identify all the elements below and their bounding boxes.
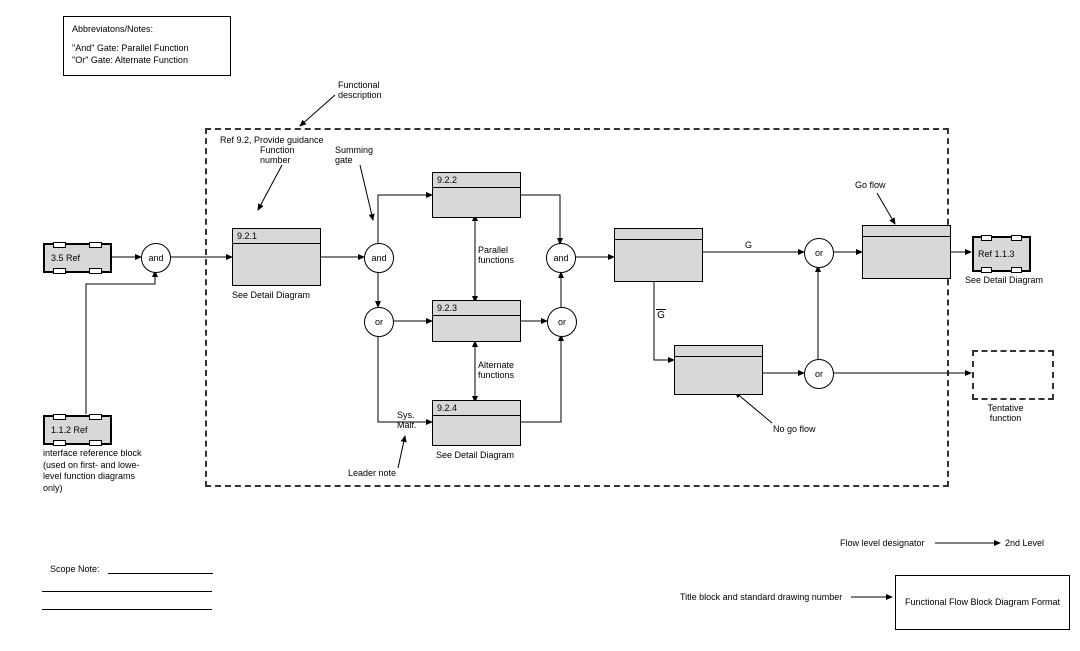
ref-block-1-1-3: Ref 1.1.3: [972, 236, 1031, 272]
block-9-2-4: 9.2.4: [432, 400, 521, 446]
gate-and-3: and: [546, 243, 576, 273]
functional-frame: [205, 128, 949, 487]
gate-and-2-label: and: [371, 253, 386, 263]
block-9-2-4-hdr: 9.2.4: [433, 401, 520, 416]
go-flow-label: Go flow: [855, 180, 886, 190]
gbar-label: G: [656, 309, 666, 321]
sys-malf-label: Sys. Malf.: [397, 410, 429, 430]
label-function-number: Function number: [260, 145, 305, 165]
no-go-flow-label: No go flow: [773, 424, 816, 434]
gate-or-3: or: [804, 238, 834, 268]
title-block: Functional Flow Block Diagram Format: [895, 575, 1070, 630]
notes-box: Abbreviatons/Notes: "And" Gate: Parallel…: [63, 16, 231, 76]
gate-or-4-label: or: [815, 369, 823, 379]
interface-note: interface reference block (used on first…: [43, 448, 143, 495]
second-level-label: 2nd Level: [1005, 538, 1044, 548]
gate-or-3-label: or: [815, 248, 823, 258]
gate-or-1: or: [364, 307, 394, 337]
diagram-canvas: Abbreviatons/Notes: "And" Gate: Parallel…: [0, 0, 1080, 651]
ref-block-3-5: 3.5 Ref: [43, 243, 112, 273]
gate-or-2-label: or: [558, 317, 566, 327]
flow-level-designator-label: Flow level designator: [840, 538, 925, 548]
ref-1-1-2-label: 1.1.2 Ref: [45, 417, 110, 443]
block-9-2-3: 9.2.3: [432, 300, 521, 342]
label-functional-description: Functional description: [338, 80, 398, 100]
notes-title: Abbreviatons/Notes:: [72, 23, 222, 36]
see-detail-3: See Detail Diagram: [965, 275, 1043, 285]
see-detail-1: See Detail Diagram: [232, 290, 310, 300]
scope-line-3: [42, 608, 212, 610]
block-9-2-1: 9.2.1: [232, 228, 321, 286]
gate-and-1: and: [141, 243, 171, 273]
block-9-2-1-hdr: 9.2.1: [233, 229, 320, 244]
ref-block-1-1-2: 1.1.2 Ref: [43, 415, 112, 445]
tentative-function-label: Tentative function: [978, 403, 1033, 423]
block-9-2-3-hdr: 9.2.3: [433, 301, 520, 316]
tentative-function-block: [972, 350, 1054, 400]
ref-1-1-3-label: Ref 1.1.3: [974, 238, 1029, 270]
scope-line-2: [42, 590, 212, 592]
notes-line1: "And" Gate: Parallel Function: [72, 42, 222, 55]
alternate-functions-label: Alternate functions: [478, 360, 526, 380]
see-detail-2: See Detail Diagram: [436, 450, 514, 460]
leader-note-label: Leader note: [348, 468, 396, 478]
nogo-block: [674, 345, 763, 395]
decision-block: [614, 228, 703, 282]
title-block-text: Functional Flow Block Diagram Format: [905, 597, 1060, 609]
ref-3-5-label: 3.5 Ref: [45, 245, 110, 271]
title-block-note: Title block and standard drawing number: [680, 592, 842, 602]
notes-line2: "Or" Gate: Alternate Function: [72, 54, 222, 67]
gate-or-4: or: [804, 359, 834, 389]
go-flow-block: [862, 225, 951, 279]
block-9-2-2: 9.2.2: [432, 172, 521, 218]
parallel-functions-label: Parallel functions: [478, 245, 526, 265]
scope-line-1: [108, 572, 213, 574]
g-label: G: [745, 240, 752, 250]
block-9-2-2-hdr: 9.2.2: [433, 173, 520, 188]
gate-or-2: or: [547, 307, 577, 337]
gate-or-1-label: or: [375, 317, 383, 327]
gate-and-2: and: [364, 243, 394, 273]
gate-and-3-label: and: [553, 253, 568, 263]
label-ref-title: Ref 9.2, Provide guidance: [220, 135, 324, 145]
label-summing-gate: Summing gate: [335, 145, 385, 165]
gate-and-1-label: and: [148, 253, 163, 263]
scope-note-label: Scope Note:: [50, 564, 100, 574]
